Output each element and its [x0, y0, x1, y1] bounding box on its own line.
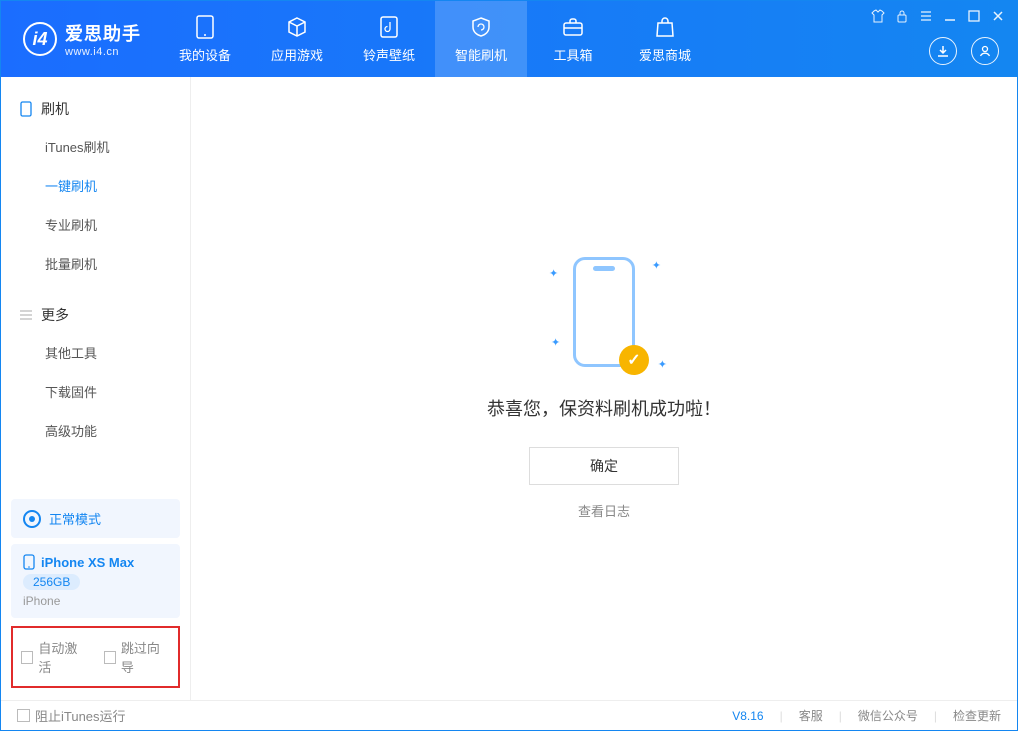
device-box[interactable]: iPhone XS Max 256GB iPhone — [11, 544, 180, 618]
header-actions — [929, 37, 999, 65]
sparkle-icon: ✦ — [658, 358, 667, 371]
sidebar-item-oneclick[interactable]: 一键刷机 — [1, 166, 190, 205]
device-small-icon — [19, 102, 33, 116]
maximize-icon[interactable] — [967, 9, 981, 23]
sidebar-item-other[interactable]: 其他工具 — [1, 333, 190, 372]
sidebar-head-label: 更多 — [41, 305, 69, 325]
logo-subtitle: www.i4.cn — [65, 46, 141, 58]
mode-box[interactable]: 正常模式 — [11, 499, 180, 538]
footer-right: V8.16 | 客服 | 微信公众号 | 检查更新 — [732, 707, 1001, 724]
tab-toolbox[interactable]: 工具箱 — [527, 1, 619, 77]
sparkle-icon: ✦ — [551, 336, 560, 349]
tab-ringtones[interactable]: 铃声壁纸 — [343, 1, 435, 77]
tab-store[interactable]: 爱思商城 — [619, 1, 711, 77]
checkbox-label: 阻止iTunes运行 — [35, 706, 126, 725]
separator: | — [780, 709, 783, 723]
view-log-link[interactable]: 查看日志 — [578, 501, 630, 520]
sidebar-section-flash: 刷机 iTunes刷机 一键刷机 专业刷机 批量刷机 — [1, 77, 190, 283]
bag-icon — [653, 15, 677, 39]
success-message: 恭喜您，保资料刷机成功啦！ — [487, 395, 721, 421]
checkbox-stop-itunes[interactable]: 阻止iTunes运行 — [17, 706, 126, 725]
sidebar-head-label: 刷机 — [41, 99, 69, 119]
body: 刷机 iTunes刷机 一键刷机 专业刷机 批量刷机 更多 其他工具 下载固件 … — [1, 77, 1017, 700]
tab-flash[interactable]: 智能刷机 — [435, 1, 527, 77]
sidebar-section-more: 更多 其他工具 下载固件 高级功能 — [1, 283, 190, 450]
tab-label: 爱思商城 — [639, 45, 691, 64]
sidebar-head-flash: 刷机 — [1, 91, 190, 127]
sparkle-icon: ✦ — [652, 259, 661, 272]
version-label: V8.16 — [732, 709, 763, 723]
shield-refresh-icon — [469, 15, 493, 39]
device-storage: 256GB — [23, 574, 80, 590]
tab-my-device[interactable]: 我的设备 — [159, 1, 251, 77]
separator: | — [934, 709, 937, 723]
tab-label: 铃声壁纸 — [363, 45, 415, 64]
checkbox-label: 自动激活 — [38, 638, 87, 676]
device-phone-icon — [23, 554, 35, 570]
device-type: iPhone — [23, 594, 168, 608]
minimize-icon[interactable] — [943, 9, 957, 23]
download-button[interactable] — [929, 37, 957, 65]
user-button[interactable] — [971, 37, 999, 65]
cube-icon — [285, 15, 309, 39]
tab-label: 我的设备 — [179, 45, 231, 64]
lock-icon[interactable] — [895, 9, 909, 23]
check-badge-icon: ✓ — [619, 345, 649, 375]
footer-left: 阻止iTunes运行 — [17, 706, 126, 725]
separator: | — [839, 709, 842, 723]
footer: 阻止iTunes运行 V8.16 | 客服 | 微信公众号 | 检查更新 — [1, 700, 1017, 730]
ok-button[interactable]: 确定 — [529, 447, 679, 485]
logo-icon: i4 — [23, 22, 57, 56]
sidebar-head-more: 更多 — [1, 297, 190, 333]
tab-apps[interactable]: 应用游戏 — [251, 1, 343, 77]
footer-link-service[interactable]: 客服 — [799, 707, 823, 724]
close-icon[interactable] — [991, 9, 1005, 23]
success-illustration: ✦ ✦ ✦ ✦ ✓ — [573, 257, 635, 367]
header: i4 爱思助手 www.i4.cn 我的设备 应用游戏 铃声壁纸 智能刷机 工具… — [1, 1, 1017, 77]
checkbox-label: 跳过向导 — [121, 638, 170, 676]
logo-text: 爱思助手 www.i4.cn — [65, 20, 141, 58]
tab-label: 应用游戏 — [271, 45, 323, 64]
sidebar-item-batch[interactable]: 批量刷机 — [1, 244, 190, 283]
sidebar-item-advanced[interactable]: 高级功能 — [1, 411, 190, 450]
logo: i4 爱思助手 www.i4.cn — [1, 20, 159, 58]
main-content: ✦ ✦ ✦ ✦ ✓ 恭喜您，保资料刷机成功啦！ 确定 查看日志 — [191, 77, 1017, 700]
footer-link-wechat[interactable]: 微信公众号 — [858, 707, 918, 724]
sidebar-bottom: 正常模式 iPhone XS Max 256GB iPhone 自动激活 跳过向… — [1, 493, 190, 700]
sidebar-item-firmware[interactable]: 下载固件 — [1, 372, 190, 411]
mode-dot-icon — [23, 510, 41, 528]
options-highlight-box: 自动激活 跳过向导 — [11, 626, 180, 688]
sidebar: 刷机 iTunes刷机 一键刷机 专业刷机 批量刷机 更多 其他工具 下载固件 … — [1, 77, 191, 700]
logo-title: 爱思助手 — [65, 20, 141, 46]
tab-label: 智能刷机 — [455, 45, 507, 64]
device-name-row: iPhone XS Max — [23, 554, 168, 570]
sidebar-item-itunes[interactable]: iTunes刷机 — [1, 127, 190, 166]
main-tabs: 我的设备 应用游戏 铃声壁纸 智能刷机 工具箱 爱思商城 — [159, 1, 711, 77]
window-controls — [871, 9, 1005, 23]
checkbox-skip-wizard[interactable]: 跳过向导 — [104, 638, 171, 676]
shirt-icon[interactable] — [871, 9, 885, 23]
checkbox-icon — [104, 651, 116, 664]
device-name: iPhone XS Max — [41, 555, 134, 570]
checkbox-icon — [17, 709, 30, 722]
mode-label: 正常模式 — [49, 509, 101, 528]
checkbox-auto-activate[interactable]: 自动激活 — [21, 638, 88, 676]
list-icon — [19, 308, 33, 322]
phone-icon — [193, 15, 217, 39]
toolbox-icon — [561, 15, 585, 39]
footer-link-update[interactable]: 检查更新 — [953, 707, 1001, 724]
checkbox-icon — [21, 651, 33, 664]
menu-icon[interactable] — [919, 9, 933, 23]
music-file-icon — [377, 15, 401, 39]
sidebar-item-pro[interactable]: 专业刷机 — [1, 205, 190, 244]
tab-label: 工具箱 — [553, 45, 592, 64]
sparkle-icon: ✦ — [549, 267, 558, 280]
